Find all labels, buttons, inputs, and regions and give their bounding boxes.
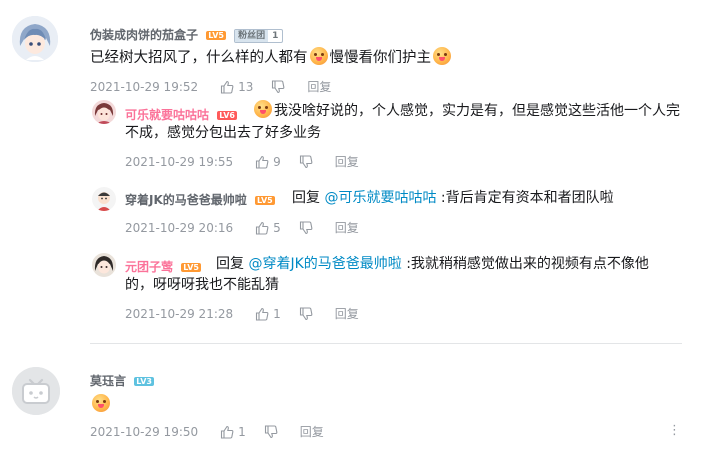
anime-avatar-icon — [92, 253, 116, 277]
reply-button[interactable]: 回复 — [335, 219, 359, 236]
reply-text-part: :我就稍稍感觉做出来的视频有点不像他 — [406, 256, 649, 272]
reply-text-continued: 不成，感觉分包出去了好多业务 — [125, 125, 321, 141]
comment-divider — [90, 343, 682, 344]
reply-text-part: :背后肯定有资本和者团队啦 — [440, 190, 614, 206]
like-count: 13 — [238, 79, 254, 94]
comment-text: 已经树大招风了，什么样的人都有 慢慢看你们护主 — [90, 47, 453, 69]
dislike-button[interactable] — [299, 220, 313, 235]
thumb-down-icon — [264, 424, 278, 438]
reply-username[interactable]: 元团子莺 — [125, 260, 173, 274]
level-badge: LV5 — [206, 31, 226, 40]
reply-button[interactable]: 回复 — [335, 153, 359, 170]
mention-link[interactable]: @穿着JK的马爸爸最帅啦 — [248, 256, 401, 272]
like-button[interactable]: 13 — [220, 80, 253, 94]
avatar[interactable] — [12, 367, 60, 415]
reply-meta: 2021-10-29 20:16 5 回复 — [125, 219, 359, 236]
comment-meta: 2021-10-29 19:52 13 回复 — [90, 78, 331, 95]
reply-button[interactable]: 回复 — [307, 78, 331, 95]
avatar[interactable] — [92, 187, 116, 211]
thumb-down-icon — [299, 154, 313, 168]
reply-button[interactable]: 回复 — [300, 423, 324, 440]
emoji-icon — [92, 394, 110, 412]
reply-text: 回复 @穿着JK的马爸爸最帅啦 :我就稍稍感觉做出来的视频有点不像他 — [216, 253, 649, 275]
thumb-down-icon — [299, 220, 313, 234]
comment-time: 2021-10-29 19:52 — [90, 79, 199, 94]
thumb-down-icon — [272, 79, 285, 93]
avatar[interactable] — [92, 100, 116, 124]
thumb-up-icon — [256, 155, 269, 169]
thumb-up-icon — [256, 307, 269, 321]
level-badge: LV6 — [217, 111, 237, 120]
avatar[interactable] — [12, 16, 58, 62]
level-badge: LV3 — [134, 377, 154, 386]
reply-text-continued: 的，呀呀呀我也不能乱猜 — [125, 277, 279, 293]
reply-text: 我没啥好说的，个人感觉，实力是有，但是感觉这些活他一个人完 — [254, 100, 694, 122]
dislike-button[interactable] — [299, 154, 313, 169]
reply-time: 2021-10-29 19:55 — [125, 154, 234, 169]
like-count: 9 — [273, 154, 281, 169]
like-button[interactable]: 9 — [255, 155, 281, 169]
reply-username[interactable]: 可乐就要咕咕咕 — [125, 108, 209, 122]
more-icon[interactable]: ⋮ — [668, 424, 681, 437]
reply-prefix: 回复 — [292, 190, 320, 206]
comment-username[interactable]: 莫珏言 — [90, 374, 126, 388]
reply-button[interactable]: 回复 — [335, 305, 359, 322]
dislike-button[interactable] — [264, 424, 278, 439]
avatar[interactable] — [92, 253, 116, 277]
thumb-up-icon — [221, 80, 234, 94]
tv-avatar-icon — [12, 367, 60, 415]
comment-username[interactable]: 伪装成肉饼的茄盒子 — [90, 28, 198, 42]
emoji-icon — [309, 47, 328, 65]
like-count: 5 — [273, 220, 281, 235]
like-count: 1 — [273, 306, 281, 321]
level-badge: LV5 — [254, 196, 275, 205]
comment-time: 2021-10-29 19:50 — [90, 424, 199, 439]
like-button[interactable]: 1 — [220, 425, 246, 439]
reply-prefix: 回复 — [216, 256, 244, 272]
reply-time: 2021-10-29 21:28 — [125, 306, 234, 321]
level-badge: LV5 — [181, 263, 201, 272]
fan-club-level: 1 — [272, 30, 279, 41]
comment-text-part: 慢慢看你们护主 — [329, 50, 432, 66]
comment-meta: 2021-10-29 19:50 1 回复 — [90, 423, 324, 440]
thumb-up-icon — [221, 425, 234, 439]
cartoon-avatar-icon — [92, 187, 116, 211]
fan-club-name: 粉丝团 — [235, 29, 269, 42]
dislike-button[interactable] — [271, 79, 285, 94]
reply-meta: 2021-10-29 21:28 1 回复 — [125, 305, 359, 322]
like-count: 1 — [238, 424, 246, 439]
reply-time: 2021-10-29 20:16 — [125, 220, 234, 235]
anime-avatar-icon — [92, 100, 116, 124]
reply-username[interactable]: 穿着JK的马爸爸最帅啦 — [125, 193, 247, 207]
fan-club-badge[interactable]: 粉丝团 1 — [234, 28, 284, 43]
comment-text-part: 已经树大招风了，什么样的人都有 — [90, 50, 308, 66]
emoji-icon — [433, 47, 451, 65]
like-button[interactable]: 5 — [255, 221, 281, 235]
dislike-button[interactable] — [299, 306, 313, 321]
thumb-down-icon — [299, 306, 313, 320]
mention-link[interactable]: @可乐就要咕咕咕 — [324, 190, 436, 206]
thumb-up-icon — [256, 221, 269, 235]
reply-text-part: 我没啥好说的，个人感觉，实力是有，但是感觉这些活他一个人完 — [274, 103, 680, 119]
emoji-icon — [254, 100, 272, 118]
like-button[interactable]: 1 — [255, 307, 281, 321]
reply-meta: 2021-10-29 19:55 9 回复 — [125, 153, 359, 170]
reply-text: 回复 @可乐就要咕咕咕 :背后肯定有资本和者团队啦 — [292, 187, 614, 209]
anime-avatar-icon — [12, 16, 58, 62]
comment-text — [92, 394, 110, 413]
